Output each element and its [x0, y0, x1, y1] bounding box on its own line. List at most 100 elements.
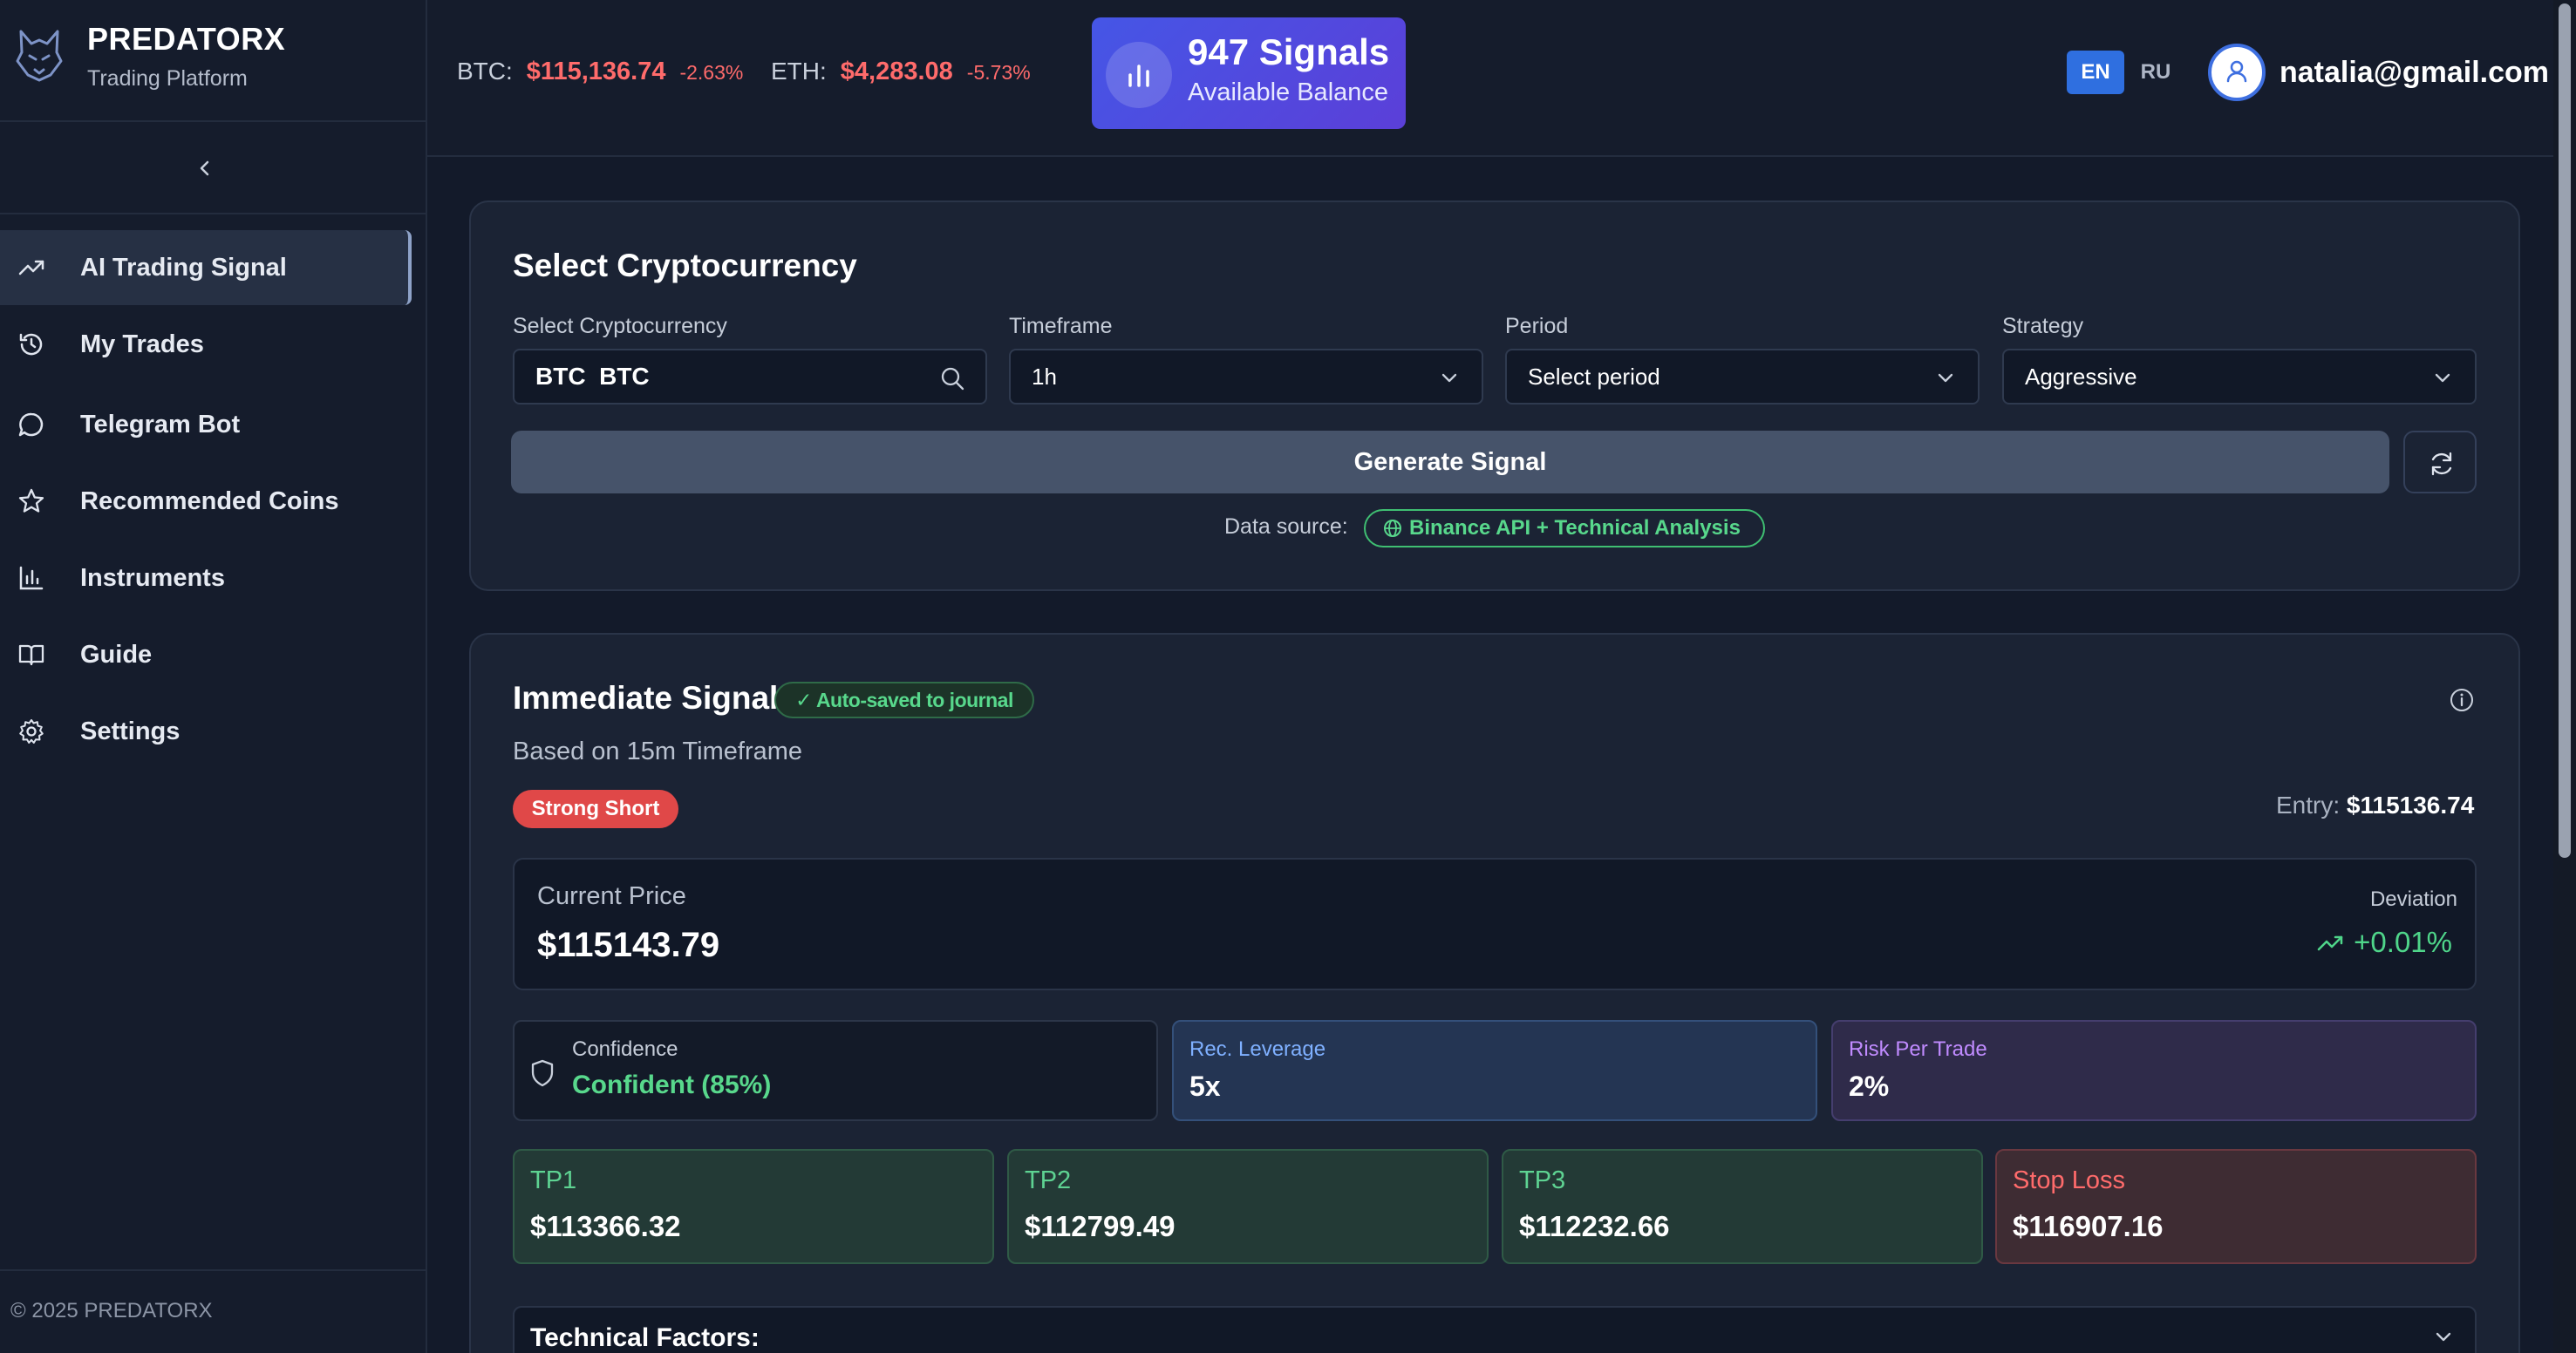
deviation-value-row: +0.01%	[2317, 926, 2452, 959]
crypto-search-value: BTC BTC	[535, 363, 650, 390]
entry-value: $115136.74	[2346, 792, 2475, 819]
shield-icon	[531, 1059, 554, 1087]
sidebar-item-instruments[interactable]: Instruments	[0, 541, 412, 615]
chevron-left-icon[interactable]	[192, 155, 218, 181]
sidebar-item-label: Telegram Bot	[80, 410, 241, 439]
trending-up-icon	[2317, 935, 2343, 951]
brand: PREDATORX Trading Platform	[0, 0, 426, 122]
language-en-button[interactable]: EN	[2067, 51, 2124, 94]
balance-title: 947 Signals	[1188, 31, 1390, 72]
deviation-value: +0.01%	[2354, 926, 2452, 958]
search-icon[interactable]	[938, 364, 966, 392]
ticker-symbol: ETH:	[771, 58, 827, 85]
brand-subtitle: Trading Platform	[87, 66, 248, 91]
top-header: BTC: $115,136.74 -2.63% ETH: $4,283.08 -…	[427, 0, 2576, 157]
language-ru-button[interactable]: RU	[2130, 51, 2182, 94]
chat-bubble-icon	[18, 412, 44, 437]
ticker-price: $115,136.74	[526, 58, 666, 85]
tp-label: TP2	[1025, 1166, 1072, 1194]
copyright-text: © 2025 PREDATORX	[10, 1299, 213, 1322]
take-profit-1-box: TP1 $113366.32	[513, 1149, 994, 1264]
leverage-box: Rec. Leverage 5x	[1172, 1020, 1817, 1121]
data-source-badge[interactable]: Binance API + Technical Analysis	[1364, 509, 1765, 547]
based-on-text: Based on 15m Timeframe	[513, 738, 803, 765]
star-icon	[18, 488, 44, 513]
entry-label: Entry:	[2276, 792, 2341, 819]
timeframe-select[interactable]: 1h	[1009, 349, 1483, 405]
current-price-value: $115143.79	[537, 926, 720, 964]
risk-value: 2%	[1849, 1071, 1890, 1102]
scrollbar-thumb[interactable]	[2559, 3, 2571, 858]
bar-chart-icon	[1128, 65, 1149, 87]
ticker-eth: ETH: $4,283.08 -5.73%	[771, 58, 1031, 86]
timeframe-value: 1h	[1032, 363, 1057, 390]
gear-icon	[19, 719, 44, 744]
user-email[interactable]: natalia@gmail.com	[2280, 56, 2549, 90]
crypto-search-input[interactable]: BTC BTC	[513, 349, 987, 405]
data-source-value: Binance API + Technical Analysis	[1409, 516, 1741, 540]
leverage-value: 5x	[1189, 1071, 1221, 1102]
wolf-logo-icon	[16, 30, 63, 82]
sidebar-item-label: Guide	[80, 640, 153, 669]
stop-loss-box: Stop Loss $116907.16	[1995, 1149, 2477, 1264]
sidebar-item-label: AI Trading Signal	[80, 253, 287, 282]
sidebar: PREDATORX Trading Platform AI Trading Si…	[0, 0, 427, 1353]
tp-label: TP3	[1519, 1166, 1566, 1194]
app-root: PREDATORX Trading Platform AI Trading Si…	[0, 0, 2576, 1353]
sidebar-item-guide[interactable]: Guide	[0, 617, 412, 692]
select-crypto-title: Select Cryptocurrency	[513, 248, 857, 283]
confidence-box: Confidence Confident (85%)	[513, 1020, 1158, 1121]
tp-value: $113366.32	[530, 1210, 681, 1242]
tp-value: $112232.66	[1519, 1210, 1670, 1242]
technical-factors-accordion[interactable]: Technical Factors:	[513, 1306, 2477, 1353]
leverage-label: Rec. Leverage	[1189, 1037, 1326, 1061]
deviation-label: Deviation	[2369, 887, 2457, 911]
sidebar-item-ai-trading-signal[interactable]: AI Trading Signal	[0, 230, 412, 305]
bar-chart-icon	[19, 566, 44, 590]
risk-label: Risk Per Trade	[1849, 1037, 1987, 1061]
balance-card[interactable]: 947 Signals Available Balance	[1092, 17, 1406, 129]
user-icon	[2226, 60, 2247, 83]
chevron-down-icon	[1441, 373, 1457, 383]
strategy-select[interactable]: Aggressive	[2002, 349, 2477, 405]
period-field-label: Period	[1505, 314, 1569, 338]
refresh-button[interactable]	[2403, 431, 2477, 493]
trending-up-icon	[18, 260, 44, 275]
technical-factors-label: Technical Factors:	[530, 1323, 760, 1352]
confidence-label: Confidence	[572, 1037, 678, 1061]
stop-loss-value: $116907.16	[2013, 1210, 2164, 1242]
current-price-panel: Current Price $115143.79 Deviation +0.01…	[513, 858, 2477, 990]
sidebar-item-label: My Trades	[80, 330, 204, 358]
chevron-down-icon	[1938, 373, 1953, 383]
book-icon	[18, 644, 44, 666]
chevron-down-icon	[2436, 1332, 2451, 1342]
balance-subtitle: Available Balance	[1188, 78, 1389, 106]
history-icon	[19, 333, 43, 356]
timeframe-field-label: Timeframe	[1009, 314, 1113, 338]
brand-name: PREDATORX	[87, 21, 286, 57]
tp-label: TP1	[530, 1166, 577, 1194]
risk-box: Risk Per Trade 2%	[1831, 1020, 2477, 1121]
sidebar-item-my-trades[interactable]: My Trades	[0, 307, 412, 382]
sidebar-item-recommended-coins[interactable]: Recommended Coins	[0, 464, 412, 539]
chevron-down-icon	[2435, 373, 2450, 383]
globe-icon	[1384, 520, 1401, 537]
page-scrollbar[interactable]	[2553, 0, 2576, 1353]
period-select[interactable]: Select period	[1505, 349, 1980, 405]
ticker-change: -2.63%	[679, 61, 744, 84]
sidebar-item-label: Recommended Coins	[80, 486, 339, 515]
generate-signal-button[interactable]: Generate Signal	[511, 431, 2389, 493]
auto-saved-badge: ✓ Auto-saved to journal	[774, 682, 1034, 718]
sidebar-footer: © 2025 PREDATORX	[0, 1269, 426, 1353]
data-source-label: Data source:	[1224, 514, 1348, 539]
ticker-btc: BTC: $115,136.74 -2.63%	[457, 58, 743, 86]
crypto-field-label: Select Cryptocurrency	[513, 314, 727, 338]
avatar[interactable]	[2208, 44, 2266, 101]
signal-title: Immediate Signal	[513, 680, 779, 716]
take-profit-2-box: TP2 $112799.49	[1007, 1149, 1489, 1264]
sidebar-item-settings[interactable]: Settings	[0, 694, 412, 769]
info-icon[interactable]	[2449, 687, 2475, 713]
sidebar-item-label: Instruments	[80, 563, 225, 592]
stop-loss-label: Stop Loss	[2013, 1166, 2125, 1194]
sidebar-item-telegram-bot[interactable]: Telegram Bot	[0, 387, 412, 462]
